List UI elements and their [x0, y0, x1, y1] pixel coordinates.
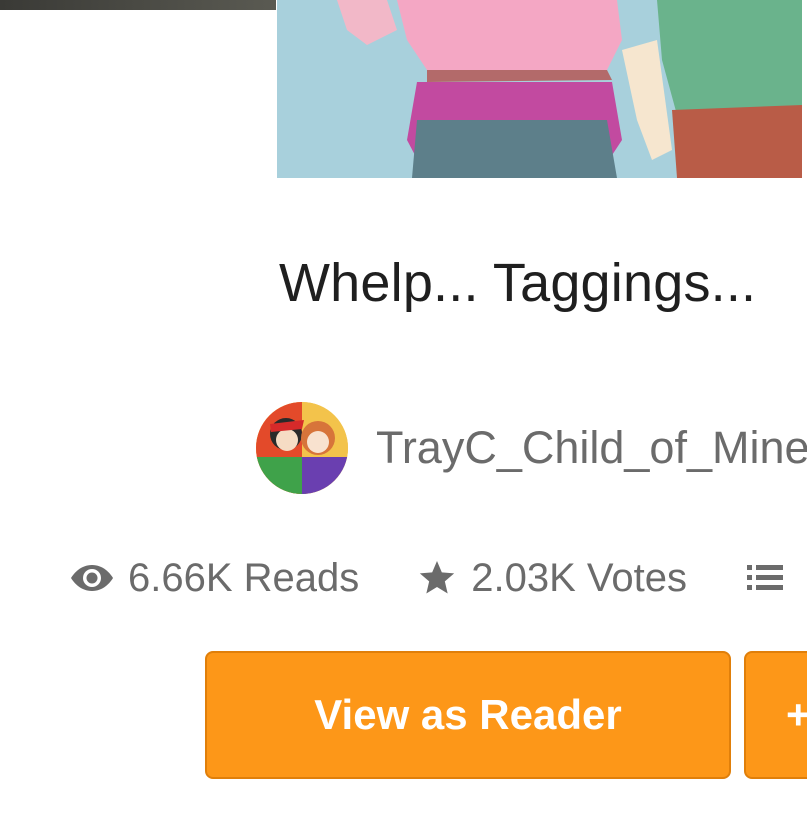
- cover-illustration: [277, 0, 802, 178]
- add-to-list-button[interactable]: +: [744, 651, 807, 779]
- reads-stat: 6.66K Reads: [70, 556, 359, 601]
- parts-stat: [747, 562, 797, 594]
- author-row[interactable]: TrayC_Child_of_Mine: [256, 402, 807, 494]
- add-button-label: +: [786, 691, 807, 738]
- author-avatar[interactable]: [256, 402, 348, 494]
- list-icon: [747, 562, 784, 594]
- story-stats: 6.66K Reads 2.03K Votes: [70, 553, 797, 603]
- avatar-illustration: [256, 402, 348, 494]
- story-title: Whelp... Taggings...: [279, 253, 757, 313]
- reads-count: 6.66K Reads: [128, 555, 360, 600]
- view-as-reader-button[interactable]: View as Reader: [205, 651, 731, 779]
- eye-icon: [70, 563, 114, 593]
- story-cover-image[interactable]: [277, 0, 802, 178]
- votes-stat: 2.03K Votes: [417, 556, 687, 601]
- author-name[interactable]: TrayC_Child_of_Mine: [376, 422, 807, 474]
- previous-image-edge: [0, 0, 276, 10]
- votes-count: 2.03K Votes: [471, 555, 688, 600]
- star-icon: [417, 558, 457, 598]
